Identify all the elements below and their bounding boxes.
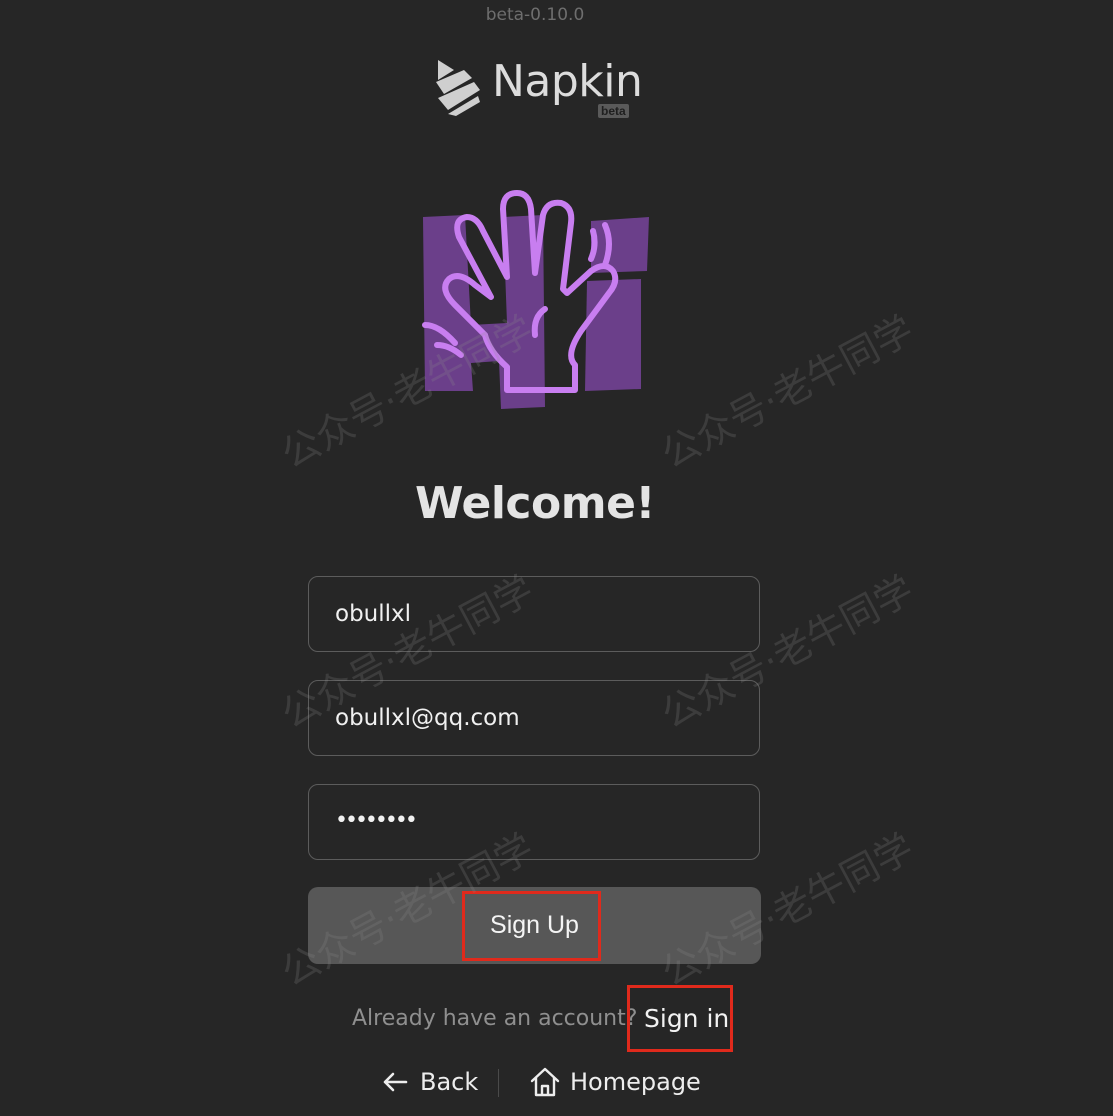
napkin-logo-icon [436, 60, 480, 116]
app-version: beta-0.10.0 [485, 5, 585, 25]
welcome-title: Welcome! [415, 478, 655, 529]
account-prompt: Already have an account? [352, 1006, 638, 1031]
brand-name: Napkin [492, 56, 643, 107]
nav-divider [498, 1069, 499, 1097]
homepage-label: Homepage [570, 1068, 701, 1096]
waving-hand-hi-illustration [422, 190, 649, 409]
home-icon [530, 1067, 560, 1097]
napkin-logo[interactable]: Napkin beta [434, 56, 644, 126]
watermark: 公众号·老牛同学 [654, 307, 921, 477]
footer-nav: Back Homepage [380, 1063, 720, 1103]
sign-up-highlight-box [462, 891, 601, 961]
password-field[interactable]: •••••••• [308, 784, 760, 860]
username-field[interactable]: obullxl [308, 576, 760, 652]
password-value: •••••••• [335, 808, 418, 833]
homepage-link[interactable]: Homepage [528, 1063, 701, 1101]
email-value: obullxl@qq.com [335, 705, 520, 731]
sign-in-highlight-box [627, 985, 733, 1052]
email-field[interactable]: obullxl@qq.com [308, 680, 760, 756]
back-label: Back [420, 1068, 479, 1096]
username-value: obullxl [335, 601, 412, 627]
arrow-left-icon [383, 1072, 408, 1092]
beta-badge: beta [598, 104, 629, 118]
back-link[interactable]: Back [380, 1063, 478, 1101]
